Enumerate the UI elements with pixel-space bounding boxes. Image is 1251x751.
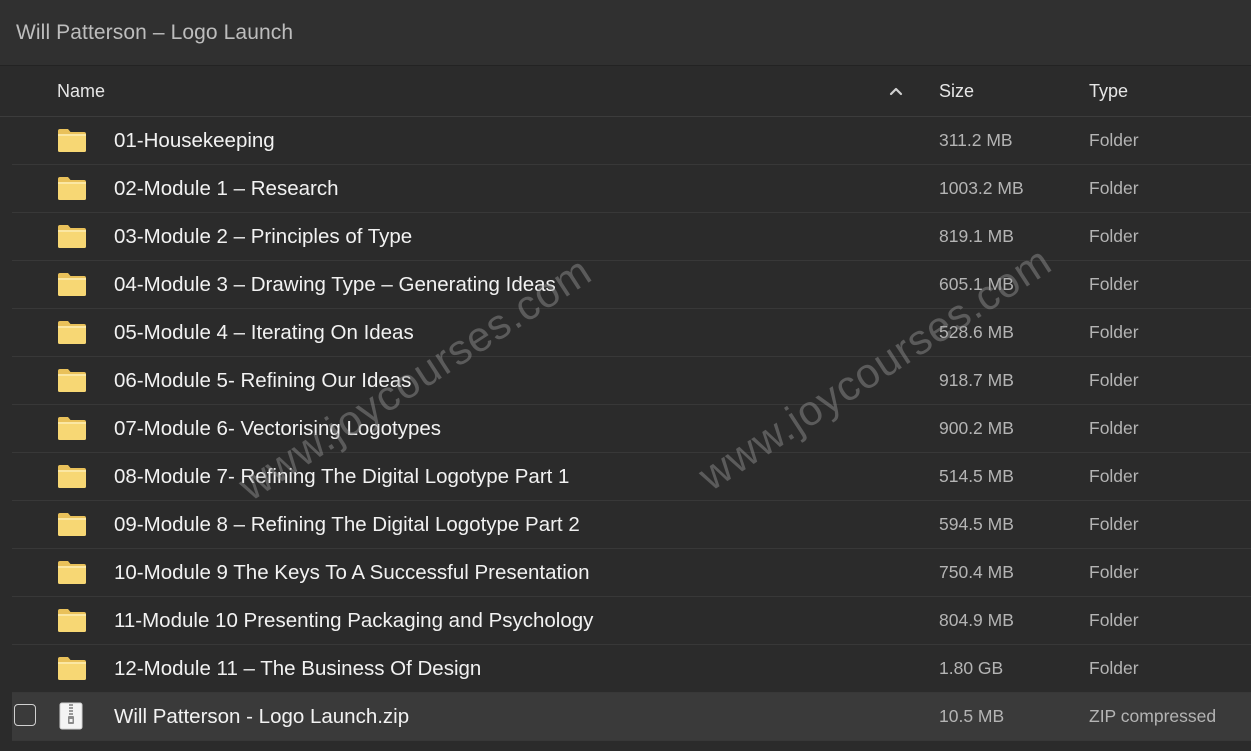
- file-row[interactable]: 01-Housekeeping 311.2 MB Folder: [0, 117, 1251, 165]
- file-name: 03-Module 2 – Principles of Type: [114, 225, 413, 248]
- file-size: 528.6 MB: [939, 322, 1014, 342]
- file-row[interactable]: 11-Module 10 Presenting Packaging and Ps…: [0, 597, 1251, 645]
- sort-ascending-icon[interactable]: [888, 84, 904, 98]
- file-type: Folder: [1089, 466, 1139, 486]
- file-row[interactable]: 02-Module 1 – Research 1003.2 MB Folder: [0, 165, 1251, 213]
- file-name: 10-Module 9 The Keys To A Successful Pre…: [114, 561, 590, 584]
- file-name: 04-Module 3 – Drawing Type – Generating …: [114, 273, 556, 296]
- file-row[interactable]: 04-Module 3 – Drawing Type – Generating …: [0, 261, 1251, 309]
- file-type: Folder: [1089, 226, 1139, 246]
- column-header-size[interactable]: Size: [939, 66, 974, 117]
- file-size: 804.9 MB: [939, 610, 1014, 630]
- zip-archive-icon: [59, 702, 83, 730]
- folder-icon: [57, 559, 87, 585]
- folder-icon: [57, 415, 87, 441]
- file-size: 900.2 MB: [939, 418, 1014, 438]
- folder-icon: [57, 463, 87, 489]
- file-row[interactable]: Will Patterson - Logo Launch.zip 10.5 MB Z…: [0, 693, 1251, 741]
- file-name: 09-Module 8 – Refining The Digital Logot…: [114, 513, 580, 536]
- file-size: 750.4 MB: [939, 562, 1014, 582]
- window-title: Will Patterson – Logo Launch: [16, 20, 294, 44]
- title-bar: Will Patterson – Logo Launch: [0, 0, 1251, 66]
- file-type: Folder: [1089, 130, 1139, 150]
- file-type: Folder: [1089, 658, 1139, 678]
- file-size: 918.7 MB: [939, 370, 1014, 390]
- column-header-row: Name Size Type: [0, 66, 1251, 117]
- file-size: 514.5 MB: [939, 466, 1014, 486]
- file-name: 02-Module 1 – Research: [114, 177, 339, 200]
- folder-icon: [57, 511, 87, 537]
- folder-icon: [57, 655, 87, 681]
- file-name: 05-Module 4 – Iterating On Ideas: [114, 321, 414, 344]
- file-row[interactable]: 09-Module 8 – Refining The Digital Logot…: [0, 501, 1251, 549]
- file-manager-window: Will Patterson – Logo Launch Name Size T…: [0, 0, 1251, 751]
- folder-icon: [57, 271, 87, 297]
- file-type: ZIP compressed: [1089, 706, 1217, 726]
- file-name: 08-Module 7- Refining The Digital Logoty…: [114, 465, 570, 488]
- file-name: 12-Module 11 – The Business Of Design: [114, 657, 482, 680]
- folder-icon: [57, 367, 87, 393]
- file-name: 01-Housekeeping: [114, 129, 275, 152]
- file-row[interactable]: 06-Module 5- Refining Our Ideas 918.7 MB F…: [0, 357, 1251, 405]
- folder-icon: [57, 319, 87, 345]
- file-row[interactable]: 05-Module 4 – Iterating On Ideas 528.6 MB…: [0, 309, 1251, 357]
- file-name: 07-Module 6- Vectorising Logotypes: [114, 417, 442, 440]
- file-size: 605.1 MB: [939, 274, 1014, 294]
- file-row[interactable]: 08-Module 7- Refining The Digital Logoty…: [0, 453, 1251, 501]
- file-size: 819.1 MB: [939, 226, 1014, 246]
- file-type: Folder: [1089, 610, 1139, 630]
- select-checkbox[interactable]: [14, 704, 36, 726]
- file-type: Folder: [1089, 514, 1139, 534]
- file-list: 01-Housekeeping 311.2 MB Folder 02-Module 1…: [0, 117, 1251, 741]
- file-size: 1.80 GB: [939, 658, 1004, 678]
- file-name: 06-Module 5- Refining Our Ideas: [114, 369, 412, 392]
- folder-icon: [57, 607, 87, 633]
- file-type: Folder: [1089, 178, 1139, 198]
- file-size: 10.5 MB: [939, 706, 1005, 726]
- file-size: 1003.2 MB: [939, 178, 1024, 198]
- folder-icon: [57, 223, 87, 249]
- file-row[interactable]: 10-Module 9 The Keys To A Successful Pre…: [0, 549, 1251, 597]
- file-row[interactable]: 03-Module 2 – Principles of Type 819.1 MB…: [0, 213, 1251, 261]
- file-name: 11-Module 10 Presenting Packaging and Ps…: [114, 609, 594, 632]
- file-size: 311.2 MB: [939, 130, 1013, 150]
- folder-icon: [57, 175, 87, 201]
- file-type: Folder: [1089, 562, 1139, 582]
- file-type: Folder: [1089, 370, 1139, 390]
- file-name: Will Patterson - Logo Launch.zip: [114, 705, 410, 728]
- file-type: Folder: [1089, 322, 1139, 342]
- folder-icon: [57, 127, 87, 153]
- file-row[interactable]: 07-Module 6- Vectorising Logotypes 900.2 …: [0, 405, 1251, 453]
- column-header-type[interactable]: Type: [1089, 66, 1128, 117]
- file-type: Folder: [1089, 418, 1139, 438]
- column-header-name[interactable]: Name: [57, 66, 105, 117]
- file-size: 594.5 MB: [939, 514, 1014, 534]
- file-row[interactable]: 12-Module 11 – The Business Of Design 1.8…: [0, 645, 1251, 693]
- file-type: Folder: [1089, 274, 1139, 294]
